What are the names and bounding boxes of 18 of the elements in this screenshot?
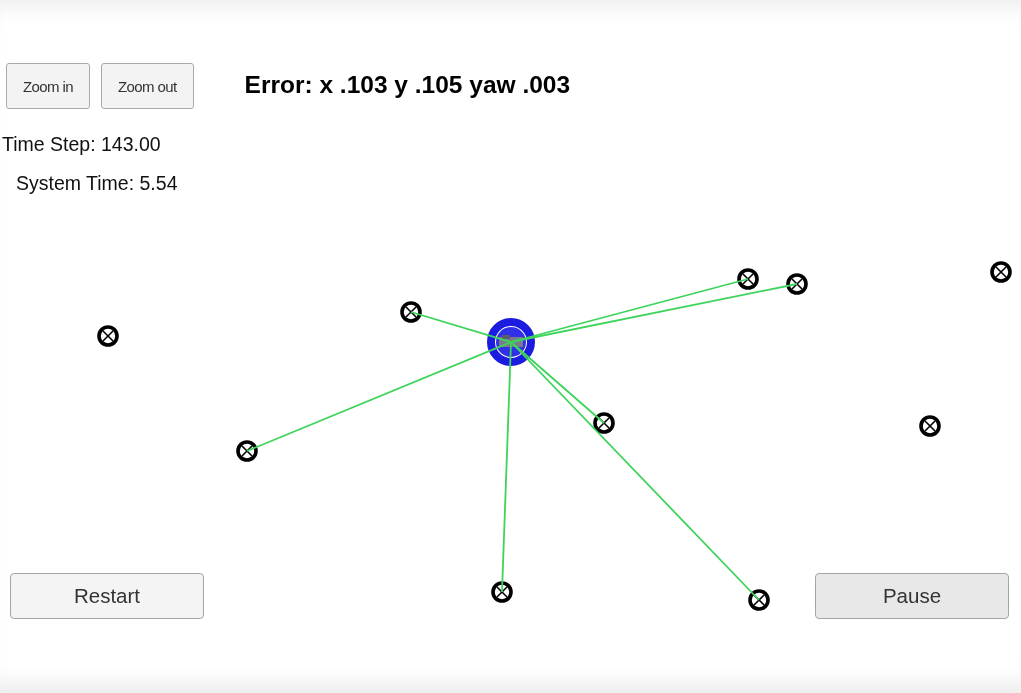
landmark-icon [919, 415, 941, 437]
landmark-icon [748, 589, 770, 611]
system-time-text: System Time: 5.54 [16, 172, 178, 195]
car-icon [487, 318, 535, 366]
zoom-button[interactable]: Zoom in [6, 63, 90, 109]
landmark-icon [593, 412, 615, 434]
control-button[interactable]: Restart [10, 573, 204, 619]
landmark-icon [737, 268, 759, 290]
zoom-button[interactable]: Zoom out [101, 63, 194, 109]
landmark-icon [491, 581, 513, 603]
landmark-icon [786, 273, 808, 295]
time-step-text: Time Step: 143.00 [2, 133, 161, 156]
control-button[interactable]: Pause [815, 573, 1009, 619]
landmark-icon [400, 301, 422, 323]
error-text: Error: x .103 y .105 yaw .003 [244, 71, 571, 99]
landmark-icon [97, 325, 119, 347]
landmark-icon [236, 440, 258, 462]
landmark-icon [990, 261, 1012, 283]
